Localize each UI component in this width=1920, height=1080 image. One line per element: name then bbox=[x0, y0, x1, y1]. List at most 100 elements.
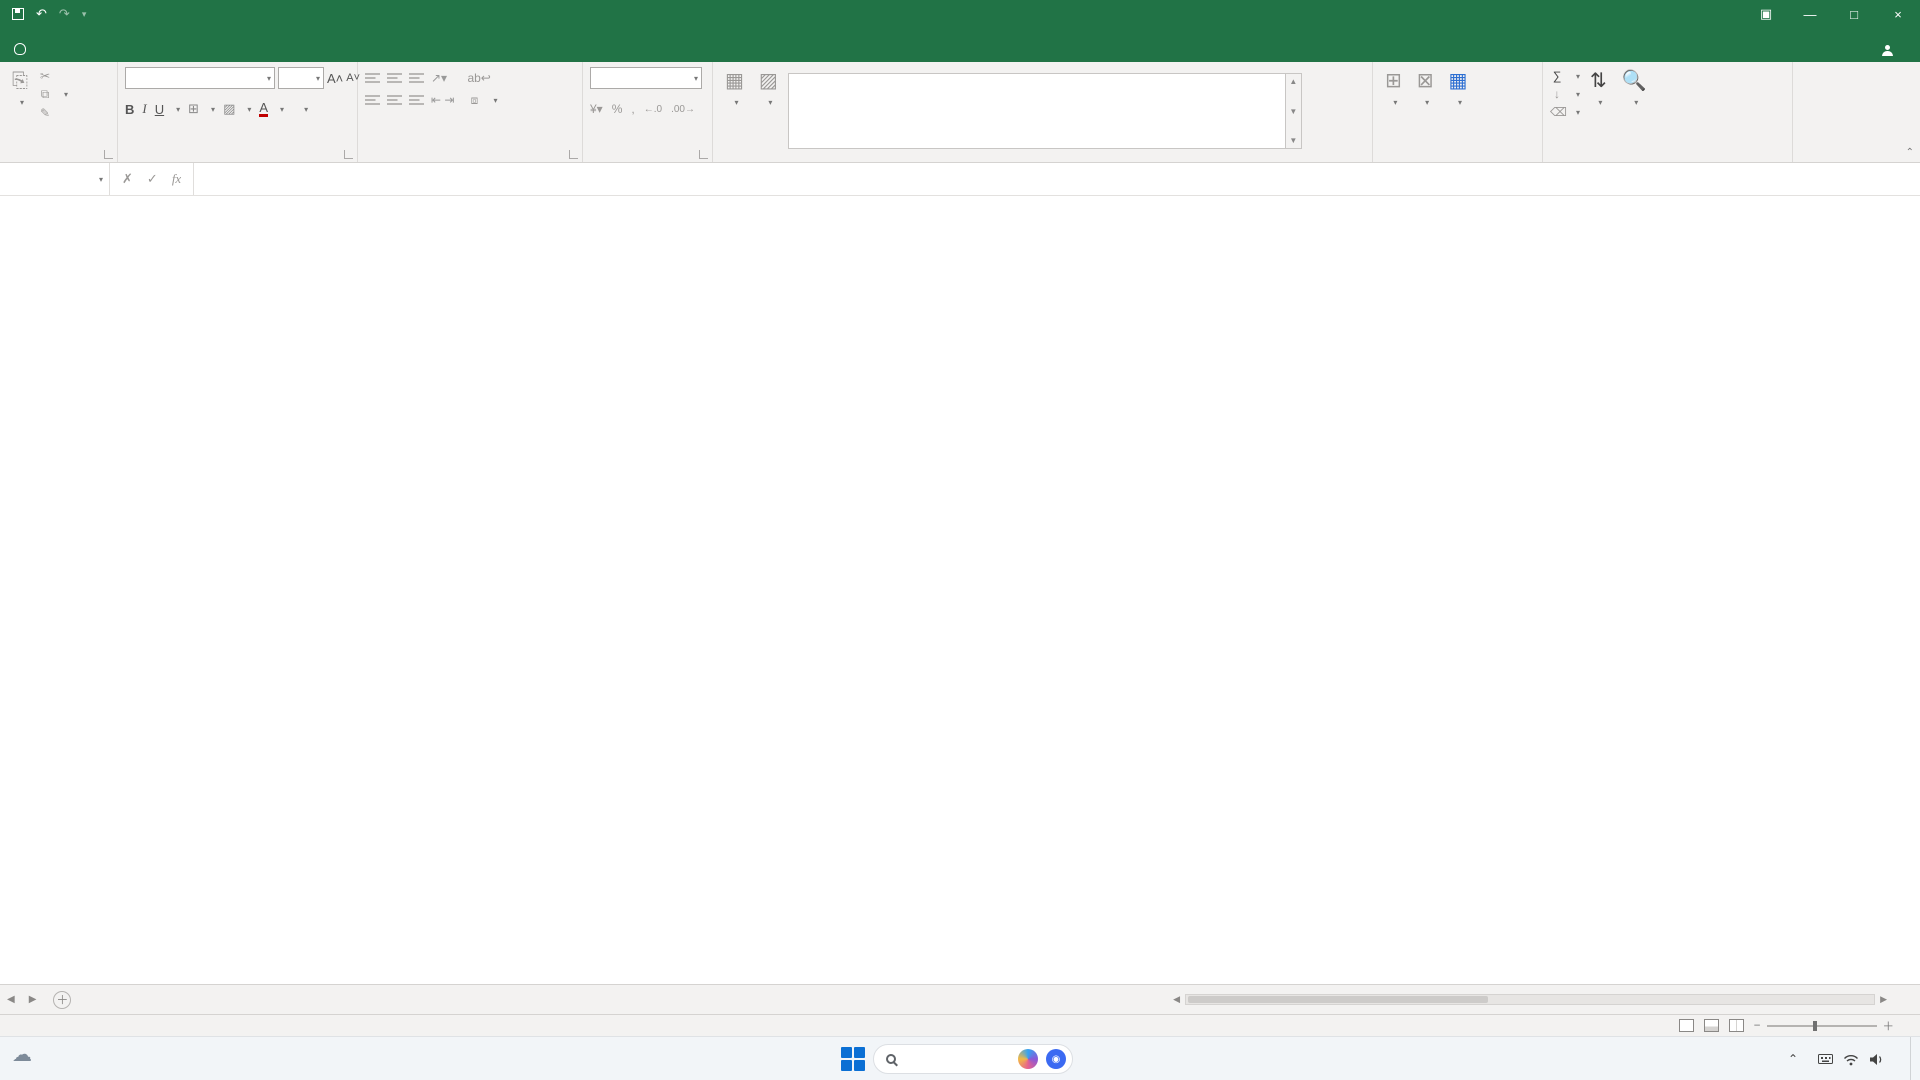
font-color-icon[interactable]: A bbox=[259, 102, 268, 117]
normal-view-icon[interactable] bbox=[1679, 1019, 1694, 1032]
hscroll-thumb[interactable] bbox=[1188, 996, 1488, 1003]
grow-font-icon[interactable]: A˄ bbox=[327, 71, 343, 86]
styles-group: ▦ ▾ ▨ ▾ ▲▼▼ bbox=[713, 62, 1373, 162]
comma-icon[interactable]: , bbox=[631, 102, 634, 116]
merge-center-button[interactable]: ⧈▾ bbox=[467, 93, 497, 108]
number-dialog-launcher-icon[interactable] bbox=[699, 150, 708, 159]
horizontal-scrollbar[interactable]: ◀ ▶ bbox=[1170, 994, 1890, 1005]
weather-widget[interactable]: ☁ bbox=[12, 1042, 38, 1067]
format-as-table-icon: ▨ bbox=[759, 70, 778, 92]
start-button[interactable] bbox=[840, 1046, 866, 1072]
font-family-select[interactable]: ▾ bbox=[125, 67, 275, 89]
sort-filter-button[interactable]: ⇅▾ bbox=[1585, 67, 1612, 111]
search-box[interactable]: ◉ bbox=[873, 1044, 1073, 1074]
format-cells-button[interactable]: ▦▾ bbox=[1444, 67, 1473, 111]
person-icon bbox=[1882, 45, 1892, 55]
find-icon: 🔍 bbox=[1622, 70, 1647, 92]
next-sheet-icon[interactable]: ▶ bbox=[22, 994, 44, 1005]
spreadsheet[interactable] bbox=[0, 230, 1920, 984]
cancel-icon[interactable]: ✗ bbox=[122, 171, 133, 187]
fill-down-icon: ↓ bbox=[1550, 87, 1564, 101]
maximize-button[interactable]: □ bbox=[1832, 0, 1876, 28]
wifi-icon[interactable] bbox=[1843, 1053, 1859, 1066]
bold-button[interactable]: B bbox=[125, 102, 134, 117]
page-layout-view-icon[interactable] bbox=[1704, 1019, 1719, 1032]
alignment-dialog-launcher-icon[interactable] bbox=[569, 150, 578, 159]
clock[interactable] bbox=[1894, 1051, 1900, 1067]
clipboard-group: ⎘ ▾ ✂ ⧉▾ ✎ bbox=[0, 62, 118, 162]
format-cells-icon: ▦ bbox=[1449, 70, 1468, 92]
italic-button[interactable]: I bbox=[142, 101, 146, 117]
eraser-icon: ⌫ bbox=[1550, 105, 1564, 119]
keyboard-icon[interactable] bbox=[1818, 1053, 1833, 1065]
paste-icon: ⎘ bbox=[12, 70, 28, 92]
orientation-icon[interactable]: ↗▾ bbox=[431, 71, 447, 85]
show-desktop-button[interactable] bbox=[1910, 1037, 1914, 1080]
scroll-right-icon[interactable]: ▶ bbox=[1877, 994, 1890, 1005]
tell-me-box[interactable] bbox=[0, 35, 46, 62]
qat-customize-icon[interactable]: ▾ bbox=[82, 9, 87, 20]
page-break-view-icon[interactable] bbox=[1729, 1019, 1744, 1032]
name-box[interactable]: ▾ bbox=[0, 163, 110, 195]
tray-expand-icon[interactable]: ⌃ bbox=[1788, 1052, 1798, 1066]
scroll-left-icon[interactable]: ◀ bbox=[1170, 994, 1183, 1005]
sigma-icon: ∑ bbox=[1550, 69, 1564, 83]
align-right-icon[interactable] bbox=[409, 94, 424, 106]
align-center-icon[interactable] bbox=[387, 94, 402, 106]
clear-button[interactable]: ⌫▾ bbox=[1550, 105, 1580, 119]
insert-function-icon[interactable]: fx bbox=[172, 171, 181, 187]
indent-icons[interactable]: ⇤ ⇥ bbox=[431, 93, 454, 107]
redo-icon[interactable]: ↷ bbox=[59, 6, 70, 22]
styles-gallery-scroll[interactable]: ▲▼▼ bbox=[1286, 73, 1302, 149]
wrap-text-icon: ab↩ bbox=[467, 71, 481, 85]
new-sheet-button[interactable]: ＋ bbox=[53, 991, 71, 1009]
delete-cells-button[interactable]: ⊠▾ bbox=[1412, 67, 1439, 111]
autosum-button[interactable]: ∑▾ bbox=[1550, 69, 1580, 83]
align-left-icon[interactable] bbox=[365, 94, 380, 106]
clipboard-dialog-launcher-icon[interactable] bbox=[104, 150, 113, 159]
enter-icon[interactable]: ✓ bbox=[147, 171, 158, 187]
font-dialog-launcher-icon[interactable] bbox=[344, 150, 353, 159]
zoom-slider[interactable]: −＋ bbox=[1754, 1018, 1894, 1034]
font-size-select[interactable]: ▾ bbox=[278, 67, 324, 89]
align-top-icon[interactable] bbox=[365, 72, 380, 84]
taskbar: ☁ ◉ ⌃ bbox=[0, 1036, 1920, 1080]
brush-icon: ✎ bbox=[38, 106, 52, 120]
increase-decimal-icon[interactable]: ←.0 bbox=[644, 104, 662, 115]
underline-button[interactable]: U bbox=[155, 102, 164, 117]
save-icon[interactable] bbox=[12, 8, 24, 20]
accounting-format-icon[interactable]: ¥▾ bbox=[590, 102, 603, 116]
find-select-button[interactable]: 🔍▾ bbox=[1617, 67, 1652, 111]
format-as-table-button[interactable]: ▨ ▾ bbox=[754, 67, 783, 111]
collapse-ribbon-icon[interactable]: ⌃ bbox=[1906, 147, 1914, 158]
formula-bar: ▾ ✗ ✓ fx bbox=[0, 163, 1920, 196]
fill-color-icon[interactable]: ▨ bbox=[223, 101, 235, 117]
close-button[interactable]: × bbox=[1876, 0, 1920, 28]
share-button[interactable] bbox=[1860, 37, 1920, 62]
formula-input[interactable] bbox=[194, 163, 1920, 195]
paste-button[interactable]: ⎘ ▾ bbox=[7, 67, 33, 111]
prev-sheet-icon[interactable]: ◀ bbox=[0, 994, 22, 1005]
cut-button[interactable]: ✂ bbox=[38, 69, 68, 83]
decrease-decimal-icon[interactable]: .00→ bbox=[671, 104, 695, 115]
format-painter-button[interactable]: ✎ bbox=[38, 106, 68, 120]
minimize-button[interactable]: — bbox=[1788, 0, 1832, 28]
alignment-group: ↗▾ ⇤ ⇥ ab↩ ⧈▾ bbox=[358, 62, 583, 162]
status-bar: −＋ bbox=[0, 1014, 1920, 1036]
conditional-formatting-button[interactable]: ▦ ▾ bbox=[720, 67, 749, 111]
borders-icon[interactable]: ⊞ bbox=[188, 101, 199, 117]
percent-icon[interactable]: % bbox=[612, 102, 623, 116]
copy-button[interactable]: ⧉▾ bbox=[38, 87, 68, 102]
search-avatar-icon: ◉ bbox=[1046, 1049, 1066, 1069]
ribbon-options-icon[interactable]: ▣ bbox=[1744, 0, 1788, 28]
undo-icon[interactable]: ↶ bbox=[36, 6, 47, 22]
insert-cells-button[interactable]: ⊞▾ bbox=[1380, 67, 1407, 111]
font-group: ▾ ▾ A˄ A˅ B I U▾ ⊞▾ ▨▾ A▾ ▾ bbox=[118, 62, 358, 162]
align-middle-icon[interactable] bbox=[387, 72, 402, 84]
fill-button[interactable]: ↓▾ bbox=[1550, 87, 1580, 101]
number-format-select[interactable]: ▾ bbox=[590, 67, 702, 89]
align-bottom-icon[interactable] bbox=[409, 72, 424, 84]
copy-icon: ⧉ bbox=[38, 87, 52, 102]
wrap-text-button[interactable]: ab↩ bbox=[467, 71, 497, 85]
speaker-icon[interactable] bbox=[1869, 1053, 1884, 1066]
